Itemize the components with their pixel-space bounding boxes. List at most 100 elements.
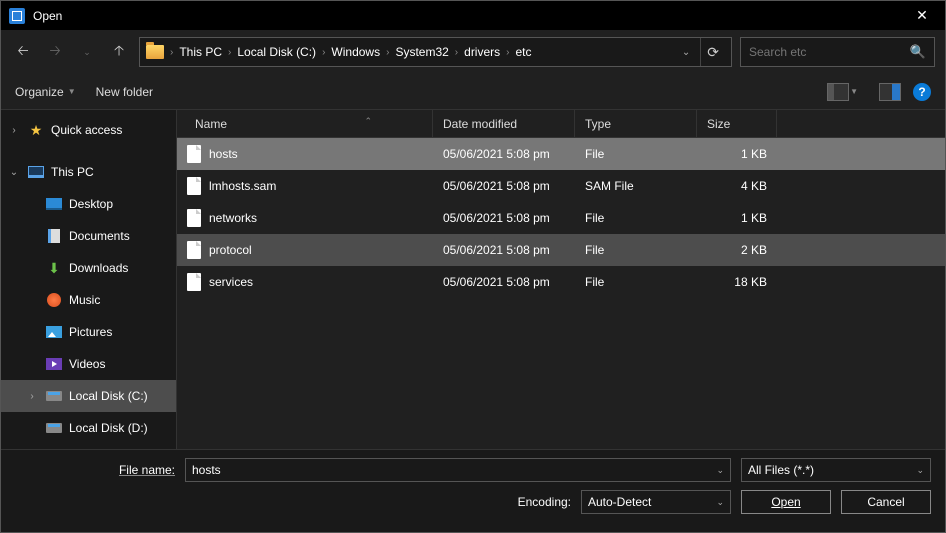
breadcrumb[interactable]: Windows: [331, 45, 380, 59]
file-type-cell: File: [575, 243, 697, 257]
up-button[interactable]: 🡡: [107, 40, 131, 64]
sidebar: › ★ Quick access ⌄ This PC Desktop Docum…: [1, 110, 177, 449]
file-date-cell: 05/06/2021 5:08 pm: [433, 211, 575, 225]
app-icon: [9, 8, 25, 24]
file-date-cell: 05/06/2021 5:08 pm: [433, 179, 575, 193]
caret-down-icon: ⌄: [916, 465, 924, 476]
file-row[interactable]: lmhosts.sam05/06/2021 5:08 pmSAM File4 K…: [177, 170, 945, 202]
sidebar-item-label: This PC: [51, 165, 94, 179]
cancel-button[interactable]: Cancel: [841, 490, 931, 514]
disk-icon: [46, 423, 62, 433]
file-icon: [187, 145, 201, 163]
chevron-right-icon: ›: [228, 47, 231, 58]
sidebar-item-videos[interactable]: Videos: [1, 348, 176, 380]
file-list: Name⌃ Date modified Type Size hosts05/06…: [177, 110, 945, 449]
search-box[interactable]: 🔍: [740, 37, 935, 67]
back-button[interactable]: 🡠: [11, 40, 35, 64]
column-size[interactable]: Size: [697, 110, 777, 137]
nav-row: 🡠 🡢 ⌄ 🡡 › This PC › Local Disk (C:) › Wi…: [1, 30, 945, 74]
file-size-cell: 4 KB: [697, 179, 777, 193]
file-size-cell: 1 KB: [697, 147, 777, 161]
breadcrumb[interactable]: etc: [516, 45, 532, 59]
column-type[interactable]: Type: [575, 110, 697, 137]
forward-button[interactable]: 🡢: [43, 40, 67, 64]
file-type-cell: File: [575, 211, 697, 225]
open-button[interactable]: Open: [741, 490, 831, 514]
file-date-cell: 05/06/2021 5:08 pm: [433, 275, 575, 289]
file-size-cell: 18 KB: [697, 275, 777, 289]
file-size-cell: 1 KB: [697, 211, 777, 225]
chevron-right-icon: ›: [455, 47, 458, 58]
titlebar: Open ✕: [0, 0, 946, 30]
filename-value: hosts: [192, 463, 221, 477]
sidebar-item-music[interactable]: Music: [1, 284, 176, 316]
file-type-filter[interactable]: All Files (*.*) ⌄: [741, 458, 931, 482]
sidebar-item-pictures[interactable]: Pictures: [1, 316, 176, 348]
organize-label: Organize: [15, 85, 64, 99]
sidebar-item-label: Documents: [69, 229, 130, 243]
column-date[interactable]: Date modified: [433, 110, 575, 137]
new-folder-label: New folder: [96, 85, 153, 99]
sidebar-item-label: Videos: [69, 357, 105, 371]
file-icon: [187, 273, 201, 291]
sidebar-item-desktop[interactable]: Desktop: [1, 188, 176, 220]
file-name-cell: hosts: [177, 145, 433, 163]
encoding-label: Encoding:: [518, 495, 571, 509]
help-button[interactable]: ?: [913, 83, 931, 101]
file-date-cell: 05/06/2021 5:08 pm: [433, 147, 575, 161]
breadcrumb[interactable]: drivers: [464, 45, 500, 59]
preview-pane-button[interactable]: [879, 83, 901, 101]
file-name-cell: services: [177, 273, 433, 291]
sidebar-this-pc[interactable]: ⌄ This PC: [1, 156, 176, 188]
sidebar-quick-access[interactable]: › ★ Quick access: [1, 114, 176, 146]
downloads-icon: ⬇: [45, 260, 63, 276]
organize-button[interactable]: Organize ▼: [15, 85, 76, 99]
sidebar-item-label: Local Disk (D:): [69, 421, 148, 435]
column-name[interactable]: Name⌃: [177, 110, 433, 137]
expand-icon[interactable]: ›: [25, 391, 39, 402]
file-icon: [187, 177, 201, 195]
file-row[interactable]: services05/06/2021 5:08 pmFile18 KB: [177, 266, 945, 298]
sidebar-item-label: Pictures: [69, 325, 112, 339]
disk-icon: [46, 391, 62, 401]
caret-down-icon: ▼: [68, 87, 76, 96]
filename-label: File name:: [15, 463, 175, 477]
file-icon: [187, 209, 201, 227]
filename-input[interactable]: hosts ⌄: [185, 458, 731, 482]
address-dropdown[interactable]: ⌄: [678, 47, 694, 58]
expand-icon[interactable]: ›: [7, 125, 21, 136]
view-mode-button[interactable]: ▼: [827, 83, 849, 101]
search-icon[interactable]: 🔍: [910, 44, 926, 60]
refresh-button[interactable]: ⟳: [700, 38, 725, 66]
search-input[interactable]: [749, 45, 910, 59]
file-row[interactable]: networks05/06/2021 5:08 pmFile1 KB: [177, 202, 945, 234]
chevron-right-icon: ›: [322, 47, 325, 58]
bottom-panel: File name: hosts ⌄ All Files (*.*) ⌄ Enc…: [1, 449, 945, 532]
sidebar-item-local-disk-d[interactable]: Local Disk (D:): [1, 412, 176, 444]
file-row[interactable]: hosts05/06/2021 5:08 pmFile1 KB: [177, 138, 945, 170]
recent-dropdown[interactable]: ⌄: [75, 40, 99, 64]
encoding-select[interactable]: Auto-Detect ⌄: [581, 490, 731, 514]
address-bar[interactable]: › This PC › Local Disk (C:) › Windows › …: [139, 37, 732, 67]
chevron-right-icon: ›: [506, 47, 509, 58]
breadcrumb[interactable]: Local Disk (C:): [237, 45, 316, 59]
breadcrumb[interactable]: System32: [395, 45, 448, 59]
filter-value: All Files (*.*): [748, 463, 814, 477]
file-name-cell: networks: [177, 209, 433, 227]
caret-down-icon[interactable]: ⌄: [716, 465, 724, 476]
file-name-cell: lmhosts.sam: [177, 177, 433, 195]
star-icon: ★: [27, 122, 45, 138]
file-row[interactable]: protocol05/06/2021 5:08 pmFile2 KB: [177, 234, 945, 266]
sidebar-item-label: Downloads: [69, 261, 128, 275]
new-folder-button[interactable]: New folder: [96, 85, 153, 99]
sort-indicator-icon: ⌃: [364, 116, 372, 127]
pc-icon: [28, 166, 44, 178]
close-button[interactable]: ✕: [907, 1, 937, 31]
sidebar-item-documents[interactable]: Documents: [1, 220, 176, 252]
breadcrumb[interactable]: This PC: [179, 45, 222, 59]
chevron-right-icon: ›: [170, 47, 173, 58]
sidebar-item-local-disk-c[interactable]: › Local Disk (C:): [1, 380, 176, 412]
sidebar-item-label: Local Disk (C:): [69, 389, 148, 403]
collapse-icon[interactable]: ⌄: [7, 167, 21, 178]
sidebar-item-downloads[interactable]: ⬇ Downloads: [1, 252, 176, 284]
